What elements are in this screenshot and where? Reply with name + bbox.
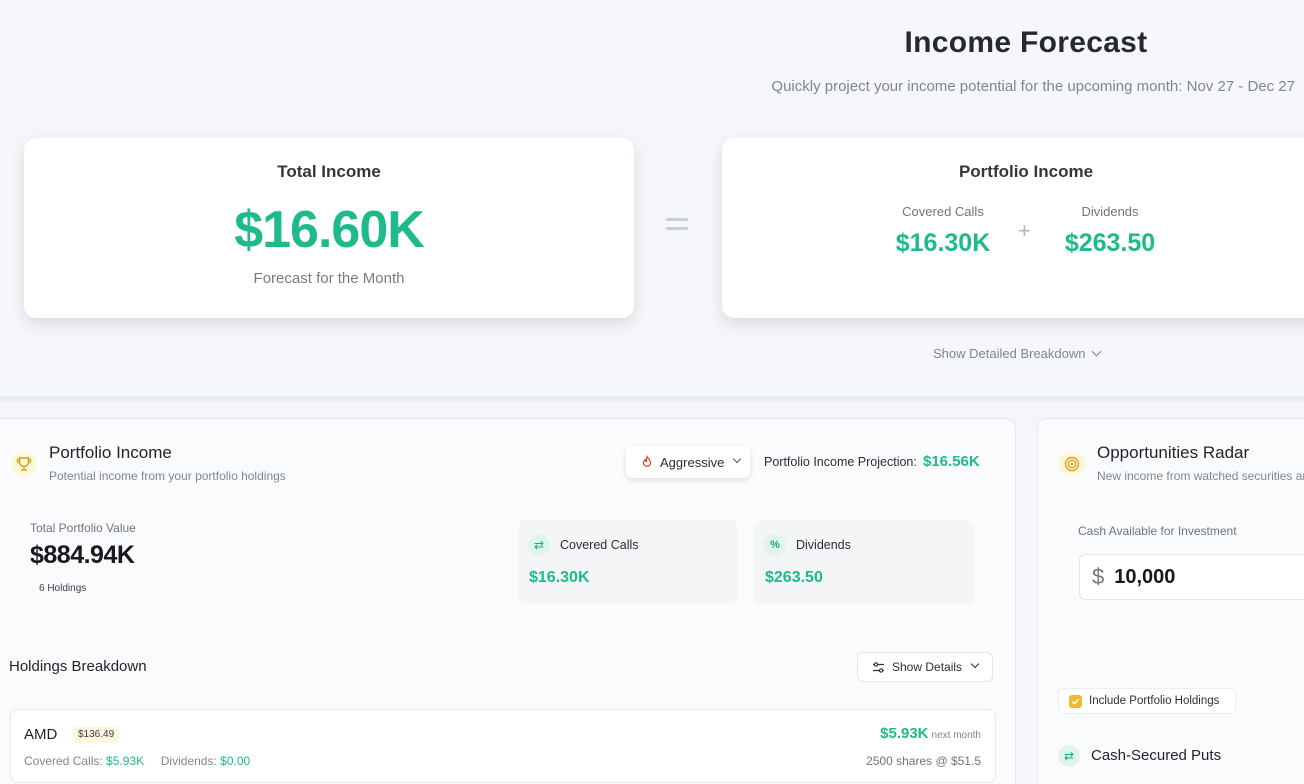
- percent-icon: %: [764, 534, 786, 556]
- covered-calls-metric-label: Covered Calls: [560, 538, 639, 552]
- holding-income-value: $5.93K: [880, 725, 929, 742]
- covered-calls-summary: Covered Calls $16.30K: [892, 204, 994, 258]
- chevron-down-icon: [970, 659, 980, 669]
- projection-value: $16.56K: [923, 453, 980, 470]
- flame-icon: [642, 455, 652, 467]
- show-details-label: Show Details: [892, 660, 963, 674]
- strategy-dropdown-label: Aggressive: [660, 454, 725, 470]
- dividends-value: $263.50: [1064, 229, 1156, 257]
- page-subtitle: Quickly project your income potential fo…: [771, 78, 1295, 95]
- page-title: Income Forecast: [904, 26, 1148, 59]
- total-income-card: Total Income $16.60K Forecast for the Mo…: [24, 138, 634, 318]
- plus-icon: +: [1018, 218, 1031, 243]
- swap-icon: ⇄: [528, 534, 550, 556]
- covered-calls-label: Covered Calls: [902, 204, 984, 219]
- dividends-label: Dividends: [1081, 204, 1139, 219]
- total-portfolio-value-label: Total Portfolio Value: [30, 521, 136, 535]
- swap-icon: ⇄: [1058, 745, 1080, 767]
- show-details-button[interactable]: Show Details: [857, 652, 993, 682]
- holding-covered-calls-value: $5.93K: [106, 754, 145, 768]
- checkbox-checked-icon[interactable]: [1069, 694, 1082, 708]
- section-divider: [0, 396, 1304, 404]
- chevron-down-icon: [1092, 346, 1102, 357]
- show-detailed-breakdown-label: Show Detailed Breakdown: [933, 346, 1086, 361]
- dividends-metric: % Dividends $263.50: [754, 520, 974, 604]
- include-portfolio-holdings-toggle[interactable]: Include Portfolio Holdings: [1058, 688, 1236, 714]
- holding-income: $5.93K next month: [880, 725, 981, 743]
- holding-ticker: AMD: [24, 726, 58, 743]
- radar-panel-title: Opportunities Radar: [1097, 443, 1250, 462]
- chevron-down-icon: [733, 454, 742, 464]
- portfolio-income-card: Portfolio Income Covered Calls $16.30K +…: [722, 138, 1304, 318]
- holdings-breakdown-title: Holdings Breakdown: [9, 658, 147, 675]
- covered-calls-metric: ⇄ Covered Calls $16.30K: [518, 520, 738, 604]
- radar-panel-subtitle: New income from watched securities ar: [1097, 469, 1304, 483]
- equals-icon: [666, 218, 688, 236]
- portfolio-panel-title: Portfolio Income: [49, 443, 172, 462]
- projection-label: Portfolio Income Projection:: [764, 455, 917, 469]
- dividends-metric-label: Dividends: [796, 538, 851, 552]
- show-detailed-breakdown-button[interactable]: Show Detailed Breakdown: [933, 346, 1102, 361]
- holding-dividends-label: Dividends:: [160, 754, 217, 768]
- trophy-icon: [11, 451, 37, 477]
- holding-shares: 2500 shares @ $51.5: [866, 754, 981, 768]
- portfolio-panel-subtitle: Potential income from your portfolio hol…: [49, 469, 286, 483]
- total-income-note: Forecast for the Month: [253, 270, 405, 287]
- covered-calls-metric-value: $16.30K: [529, 569, 590, 586]
- dollar-icon: $: [1092, 564, 1105, 589]
- total-income-value: $16.60K: [234, 201, 425, 259]
- holding-income-note: next month: [931, 730, 981, 741]
- sliders-icon: [873, 661, 884, 673]
- target-icon: [1059, 451, 1085, 477]
- cash-available-input[interactable]: [1114, 565, 1265, 589]
- portfolio-income-card-title: Portfolio Income: [958, 162, 1094, 181]
- holding-row-amd[interactable]: AMD $136.49 Covered Calls: $5.93K Divide…: [10, 709, 996, 783]
- holding-price-badge: $136.49: [73, 727, 120, 743]
- covered-calls-value: $16.30K: [895, 229, 991, 257]
- include-portfolio-holdings-label: Include Portfolio Holdings: [1089, 695, 1220, 707]
- total-portfolio-value: $884.94K: [30, 541, 135, 569]
- cash-available-label: Cash Available for Investment: [1078, 524, 1237, 538]
- holding-dividends-value: $0.00: [220, 754, 251, 768]
- cash-secured-puts-title: Cash-Secured Puts: [1091, 747, 1222, 764]
- holding-covered-calls-label: Covered Calls:: [24, 754, 103, 768]
- total-income-title: Total Income: [277, 162, 381, 181]
- holdings-count-badge: 6 Holdings: [39, 583, 87, 594]
- dividends-metric-value: $263.50: [765, 569, 823, 586]
- dividends-summary: Dividends $263.50: [1058, 204, 1162, 258]
- cash-available-field[interactable]: $: [1079, 554, 1304, 600]
- strategy-dropdown[interactable]: Aggressive: [626, 446, 750, 478]
- holding-income-split: Covered Calls: $5.93K Dividends: $0.00: [24, 754, 250, 768]
